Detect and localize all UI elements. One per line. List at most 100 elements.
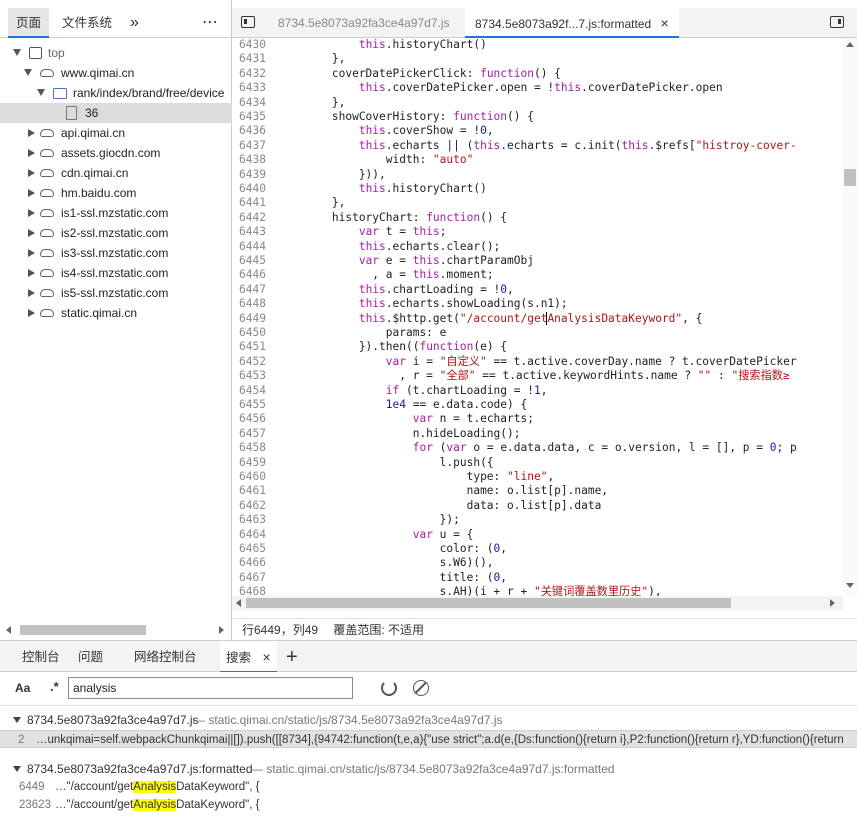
scroll-down-icon[interactable] (846, 583, 854, 588)
search-input[interactable] (68, 677, 353, 699)
tree-label: is1-ssl.mzstatic.com (61, 206, 169, 220)
result-line-number: 23623 (19, 799, 51, 811)
code-line: })), (278, 167, 386, 181)
line-number: 6465 (239, 542, 266, 555)
search-highlight: Analysis (133, 781, 177, 793)
tab-page[interactable]: 页面 (8, 8, 50, 38)
tab-source-file[interactable]: 8734.5e8073a92fa3ce4a97d7.js (268, 8, 460, 38)
line-number: 6457 (239, 426, 266, 440)
tab-formatted-file[interactable]: 8734.5e8073a92f...7.js:formatted × (465, 8, 679, 38)
code-line: n.hideLoading(); (278, 426, 521, 440)
close-tab-icon[interactable]: × (263, 649, 271, 665)
tree-item-domain[interactable]: static.qimai.cn (0, 303, 232, 323)
refresh-icon[interactable] (381, 680, 397, 696)
tree-item-domain[interactable]: www.qimai.cn (0, 63, 232, 83)
expanded-icon (37, 89, 45, 96)
tab-network-console[interactable]: 网络控制台 (128, 641, 203, 673)
code-line: this.echarts.clear(); (358, 239, 501, 253)
code-line: historyChart: function() { (278, 210, 508, 224)
collapsed-icon (28, 189, 35, 197)
tab-formatted-label: 8734.5e8073a92f...7.js:formatted (475, 17, 652, 31)
code-line: for (var o = e.data.data, c = o.version,… (412, 441, 797, 455)
expanded-icon (24, 69, 32, 76)
result-file-header[interactable]: 8734.5e8073a92fa3ce4a97d7.js:formatted —… (0, 759, 857, 779)
code-line: }, (278, 52, 346, 66)
result-file-header[interactable]: 8734.5e8073a92fa3ce4a97d7.js — static.qi… (0, 710, 857, 730)
code-line: 1e4 == e.data.code) { (385, 398, 528, 411)
result-line-text: …"/account/getAnalysisDataKeyword", { (55, 781, 260, 793)
tree-item-folder[interactable]: rank/index/brand/free/device (0, 83, 232, 103)
tree-item-domain[interactable]: is1-ssl.mzstatic.com (0, 203, 232, 223)
tree-item-domain[interactable]: api.qimai.cn (0, 123, 232, 143)
line-number: 6431 (239, 52, 266, 66)
line-number: 6439 (239, 167, 266, 181)
search-result-line[interactable]: 23623 …"/account/getAnalysisDataKeyword"… (0, 796, 857, 814)
scrollbar-thumb[interactable] (246, 598, 731, 608)
regex-button[interactable]: .* (50, 679, 59, 694)
tree-label: cdn.qimai.cn (61, 166, 129, 180)
tree-label: rank/index/brand/free/device (73, 86, 225, 100)
search-highlight: Analysis (133, 799, 177, 811)
scroll-left-icon[interactable] (6, 626, 11, 634)
tree-item-file[interactable]: 36 (0, 103, 232, 123)
line-number: 6430 (239, 38, 266, 51)
cloud-icon (40, 169, 54, 177)
tree-item-domain[interactable]: hm.baidu.com (0, 183, 232, 203)
line-number: 6454 (239, 383, 266, 397)
line-number: 6452 (239, 354, 266, 368)
collapsed-icon (28, 149, 35, 157)
code-line: var n = t.echarts; (412, 412, 534, 426)
cloud-icon (40, 269, 54, 277)
tree-item-domain[interactable]: is4-ssl.mzstatic.com (0, 263, 232, 283)
tab-filesystem[interactable]: 文件系统 (54, 8, 120, 38)
tree-item-top[interactable]: top (0, 43, 232, 63)
tab-search-label: 搜索 (226, 651, 252, 665)
toggle-navigator-icon[interactable] (241, 16, 255, 28)
navigator-horizontal-scrollbar[interactable] (6, 623, 226, 637)
tree-label: is3-ssl.mzstatic.com (61, 246, 169, 260)
search-result-line[interactable]: 2 …unkqimai=self.webpackChunkqimai||[]).… (0, 730, 857, 748)
cloud-icon (40, 229, 54, 237)
tab-search[interactable]: 搜索 × (220, 641, 277, 673)
expanded-icon (13, 49, 21, 56)
editor-horizontal-scrollbar[interactable] (232, 596, 843, 610)
tab-issues[interactable]: 问题 (72, 641, 109, 673)
scroll-right-icon[interactable] (219, 626, 224, 634)
code-editor[interactable]: 6430 this.historyChart() 6431 }, 6432 co… (232, 38, 844, 596)
code-line: this.historyChart() (358, 38, 487, 51)
toggle-debugger-icon[interactable] (830, 16, 844, 28)
collapsed-icon (28, 129, 35, 137)
code-line: var u = { (412, 527, 474, 541)
search-result-line[interactable]: 6449 …"/account/getAnalysisDataKeyword",… (0, 778, 857, 796)
clear-icon[interactable] (413, 680, 429, 696)
tree-label: is2-ssl.mzstatic.com (61, 226, 169, 240)
close-tab-icon[interactable]: × (660, 15, 668, 31)
tree-item-domain[interactable]: assets.giocdn.com (0, 143, 232, 163)
scrollbar-thumb[interactable] (844, 169, 856, 186)
add-tab-icon[interactable]: + (280, 641, 304, 673)
result-line-number: 6449 (19, 781, 45, 793)
tree-item-domain[interactable]: is2-ssl.mzstatic.com (0, 223, 232, 243)
tree-item-domain[interactable]: cdn.qimai.cn (0, 163, 232, 183)
code-line: }); (278, 513, 460, 527)
scroll-left-icon[interactable] (236, 599, 241, 607)
match-case-button[interactable]: Aa (15, 681, 30, 695)
result-line-text: …unkqimai=self.webpackChunkqimai||[]).pu… (36, 734, 844, 746)
tree-item-domain[interactable]: is3-ssl.mzstatic.com (0, 243, 232, 263)
code-line: this.historyChart() (358, 182, 487, 195)
scroll-up-icon[interactable] (846, 42, 854, 47)
scrollbar-thumb[interactable] (20, 625, 146, 635)
line-number: 6462 (239, 498, 266, 512)
tab-console[interactable]: 控制台 (16, 641, 66, 673)
tree-item-domain[interactable]: is5-ssl.mzstatic.com (0, 283, 232, 303)
tree-label: is5-ssl.mzstatic.com (61, 286, 169, 300)
menu-icon[interactable]: ⋯ (194, 8, 226, 38)
collapsed-icon (28, 169, 35, 177)
more-tabs-button[interactable]: » (122, 8, 147, 38)
scroll-right-icon[interactable] (830, 599, 835, 607)
editor-vertical-scrollbar[interactable] (843, 38, 857, 596)
navigator-pane: 页面 文件系统 » ⋯ top www.qimai.cn rank/index/… (0, 0, 232, 640)
line-number: 6464 (239, 527, 266, 541)
editor-tabs: 8734.5e8073a92fa3ce4a97d7.js 8734.5e8073… (232, 8, 857, 38)
code-line: this.$http.get("/account/getAnalysisData… (358, 311, 703, 325)
